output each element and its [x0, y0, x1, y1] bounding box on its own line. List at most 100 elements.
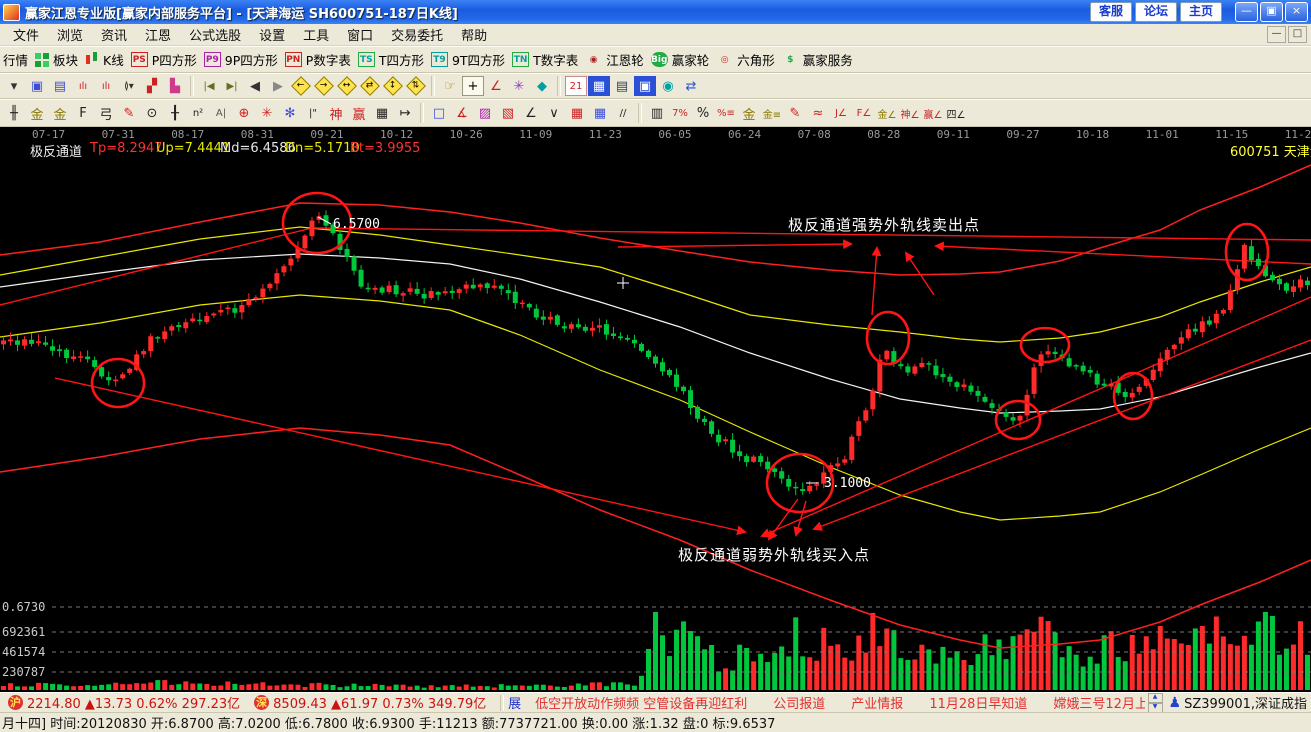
title-button-主页[interactable]: 主页	[1180, 2, 1222, 22]
toolbar-calculator[interactable]: ▦	[588, 76, 610, 96]
toolbar-web[interactable]: ◉	[657, 76, 679, 96]
toolbar-candle-style[interactable]: ≬▾	[118, 76, 140, 96]
toolbar-item-winner-wheel[interactable]: Big赢家轮	[651, 50, 710, 69]
toolbar-last-bar[interactable]: ▶|	[221, 76, 243, 96]
toolbar-info-panel[interactable]: ▤	[49, 76, 71, 96]
toolbar-tool-wave[interactable]: ≈	[807, 103, 829, 123]
menu-item-帮助[interactable]: 帮助	[452, 24, 496, 45]
toolbar-item-9p-square[interactable]: P99P四方形	[204, 50, 278, 69]
menu-item-资讯[interactable]: 资讯	[92, 24, 136, 45]
toolbar-gann-hash[interactable]: ╂	[164, 103, 186, 123]
toolbar-item-hexagon[interactable]: ◎六角形	[716, 50, 775, 69]
toolbar-pattern-tool[interactable]: ◆	[531, 76, 553, 96]
close-button[interactable]: ×	[1285, 2, 1308, 22]
toolbar-compress-v[interactable]: ⇅	[405, 76, 427, 96]
toolbar-tool-pct[interactable]: %	[692, 103, 714, 123]
ticker-spinner[interactable]: ▲▼	[1148, 693, 1163, 713]
toolbar-item-sectors[interactable]: 板块	[35, 50, 78, 69]
toolbar-gann-ying[interactable]: 赢	[348, 103, 370, 123]
toolbar-angle-shen[interactable]: 神∠	[899, 103, 921, 123]
toolbar-item-t-table[interactable]: TNT数字表	[512, 50, 578, 69]
toolbar-draw-grid-red[interactable]: ▦	[566, 103, 588, 123]
menu-item-文件[interactable]: 文件	[4, 24, 48, 45]
toolbar-gann-shape-tool[interactable]: ✳	[508, 76, 530, 96]
minimize-button[interactable]: —	[1235, 2, 1258, 22]
toolbar-gann-span[interactable]: ↦	[394, 103, 416, 123]
toolbar-gann-gold-1[interactable]: 金	[26, 103, 48, 123]
spinner-down-icon[interactable]: ▼	[1148, 703, 1163, 713]
news-ticker[interactable]: 展 低空开放动作频频 空管设备再迎红利公司报道产业情报11月28日早知道嫦娥三号…	[508, 693, 1144, 712]
toolbar-save[interactable]: ▣	[634, 76, 656, 96]
kline-canvas[interactable]: 0.67306923614615742307876.57003.1000极反通道…	[0, 127, 1311, 692]
menu-item-窗口[interactable]: 窗口	[338, 24, 382, 45]
toolbar-first-bar[interactable]: |◀	[198, 76, 220, 96]
toolbar-item-t-square[interactable]: TST四方形	[358, 50, 424, 69]
toolbar-gann-grid[interactable]: ╫	[3, 103, 25, 123]
toolbar-split-h[interactable]: ↔	[336, 76, 358, 96]
toolbar-tool-pct-lines[interactable]: %≡	[715, 103, 737, 123]
toolbar-gann-a-line[interactable]: A|	[210, 103, 232, 123]
toolbar-angle-si[interactable]: 四∠	[945, 103, 967, 123]
toolbar-next-bar[interactable]: ▶	[267, 76, 289, 96]
toolbar-gann-gold-2[interactable]: 金	[49, 103, 71, 123]
toolbar-angle-gold[interactable]: 金∠	[876, 103, 898, 123]
menu-restore-button[interactable]: □	[1288, 26, 1307, 43]
toolbar-compress-h[interactable]: ⇄	[359, 76, 381, 96]
toolbar-chart-type-caret[interactable]: ▾	[3, 76, 25, 96]
toolbar-tool-pen[interactable]: ✎	[784, 103, 806, 123]
menu-item-设置[interactable]: 设置	[250, 24, 294, 45]
spinner-up-icon[interactable]: ▲	[1148, 693, 1163, 703]
toolbar-crosshair-tool[interactable]: +	[462, 76, 484, 96]
toolbar-hand-tool[interactable]: ☞	[439, 76, 461, 96]
toolbar-gann-star[interactable]: ✳	[256, 103, 278, 123]
toolbar-draw-angles[interactable]: ∠	[520, 103, 542, 123]
toolbar-region-frame[interactable]: ▣	[26, 76, 48, 96]
toolbar-bars-9[interactable]: ılı	[95, 76, 117, 96]
menu-item-江恩[interactable]: 江恩	[136, 24, 180, 45]
toolbar-gann-f[interactable]: F	[72, 103, 94, 123]
toolbar-prev-bar[interactable]: ◀	[244, 76, 266, 96]
toolbar-gann-shen[interactable]: 神	[325, 103, 347, 123]
menu-item-公式选股[interactable]: 公式选股	[180, 24, 250, 45]
toolbar-draw-grid-blue[interactable]: ▦	[589, 103, 611, 123]
toolbar-draw-slashes[interactable]: //	[612, 103, 634, 123]
toolbar-notes[interactable]: ▤	[611, 76, 633, 96]
menu-item-交易委托[interactable]: 交易委托	[382, 24, 452, 45]
toolbar-draw-fan-grid[interactable]: ▨	[474, 103, 496, 123]
toolbar-tool-gold-circle[interactable]: 金	[738, 103, 760, 123]
toolbar-gann-ticks[interactable]: |"	[302, 103, 324, 123]
toolbar-gann-compass[interactable]: ⊕	[233, 103, 255, 123]
toolbar-angle-j[interactable]: J∠	[830, 103, 852, 123]
toolbar-draw-fan-box[interactable]: ▧	[497, 103, 519, 123]
toolbar-item-kline[interactable]: K线	[85, 50, 124, 69]
toolbar-gann-bow[interactable]: 弓	[95, 103, 117, 123]
toolbar-angle-ying[interactable]: 赢∠	[922, 103, 944, 123]
menu-minimize-button[interactable]: —	[1267, 26, 1286, 43]
toolbar-draw-check[interactable]: ∨	[543, 103, 565, 123]
toolbar-pan-right[interactable]: →	[313, 76, 335, 96]
toolbar-expand-v[interactable]: ↕	[382, 76, 404, 96]
index-selector[interactable]: SZ399001,深证成指	[1184, 693, 1307, 712]
toolbar-tool-gold-lines[interactable]: 金≡	[761, 103, 783, 123]
toolbar-gann-web[interactable]: ✻	[279, 103, 301, 123]
toolbar-calendar[interactable]: 21	[565, 76, 587, 96]
toolbar-bars-3[interactable]: ılı	[72, 76, 94, 96]
toolbar-draw-fan-red[interactable]: ∡	[451, 103, 473, 123]
toolbar-item-gann-wheel[interactable]: ◉江恩轮	[585, 50, 644, 69]
toolbar-item-p-table[interactable]: PNP数字表	[285, 50, 351, 69]
toolbar-tool-columns[interactable]: ▥	[646, 103, 668, 123]
title-button-论坛[interactable]: 论坛	[1135, 2, 1177, 22]
title-button-客服[interactable]: 客服	[1090, 2, 1132, 22]
toolbar-item-winner-service[interactable]: $赢家服务	[782, 50, 853, 69]
toolbar-draw-box[interactable]: □	[428, 103, 450, 123]
toolbar-gann-circle[interactable]: ⊙	[141, 103, 163, 123]
menu-item-工具[interactable]: 工具	[294, 24, 338, 45]
toolbar-tool-7pct[interactable]: 7%	[669, 103, 691, 123]
toolbar-red-chart[interactable]: ▞	[141, 76, 163, 96]
toolbar-angle-f[interactable]: F∠	[853, 103, 875, 123]
toolbar-gann-n2[interactable]: n²	[187, 103, 209, 123]
toolbar-color-chart[interactable]: ▙	[164, 76, 186, 96]
restore-button[interactable]: ▣	[1260, 2, 1283, 22]
toolbar-gann-pen-red[interactable]: ✎	[118, 103, 140, 123]
toolbar-angle-tool[interactable]: ∠	[485, 76, 507, 96]
